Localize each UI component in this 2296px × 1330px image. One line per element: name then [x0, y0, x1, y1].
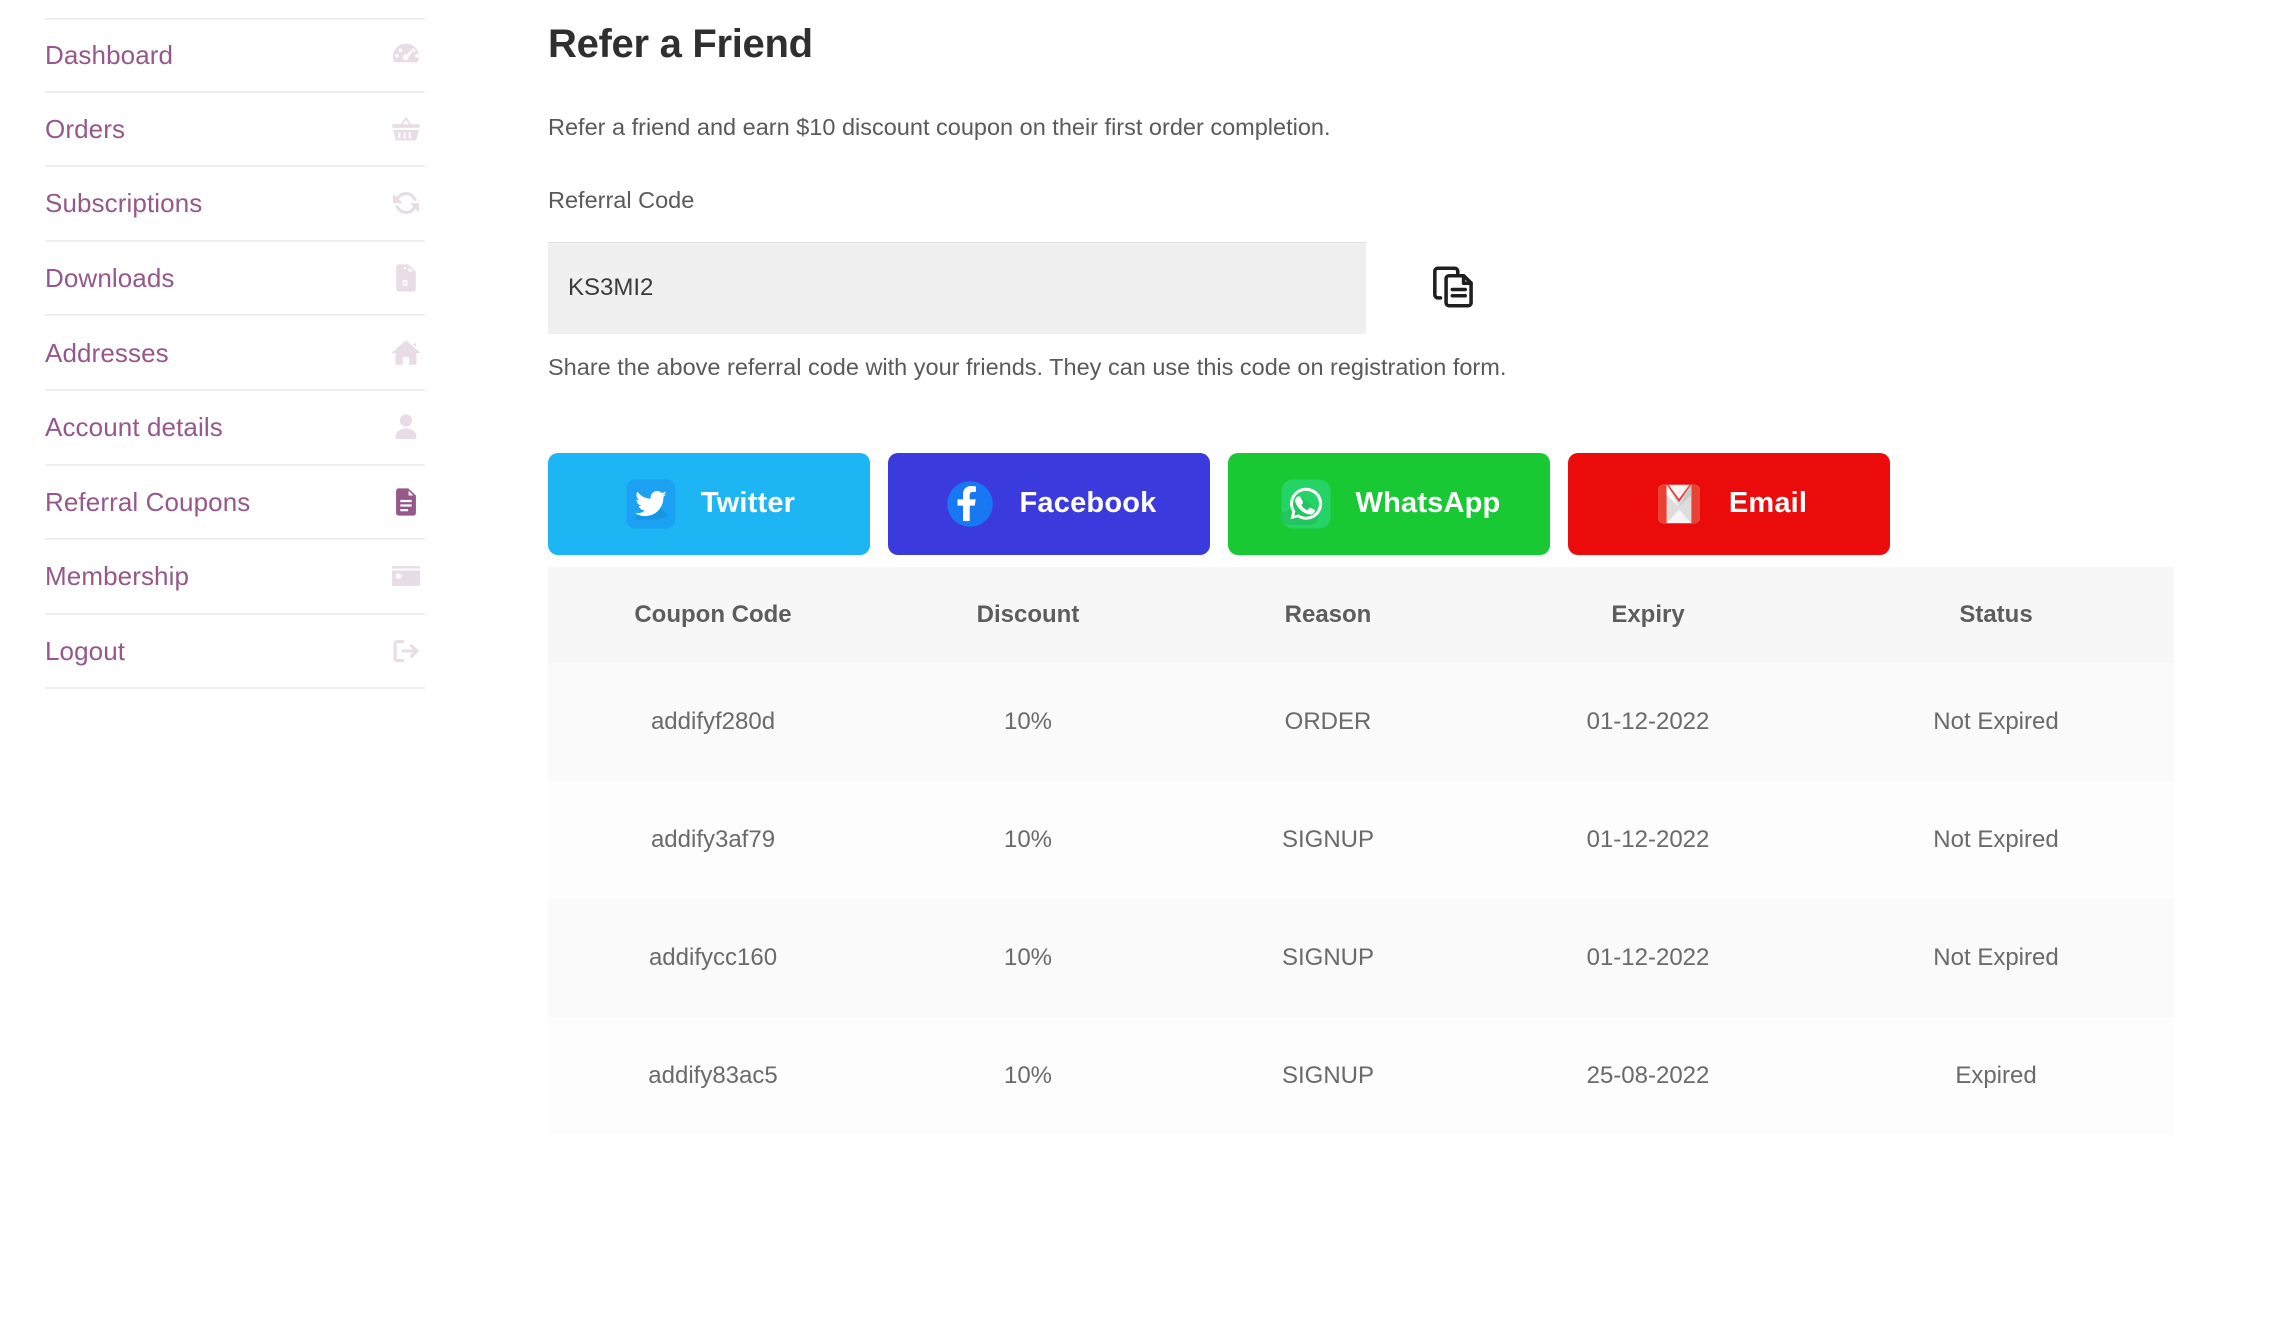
cell-status: Expired — [1955, 1061, 2037, 1089]
file-zip-icon — [389, 261, 423, 295]
cell-code: addify83ac5 — [648, 1061, 778, 1089]
referral-code-input[interactable] — [548, 242, 1366, 335]
sidebar-item-subscriptions[interactable]: Subscriptions — [45, 167, 425, 242]
cell-code: addify3af79 — [650, 825, 776, 853]
share-button-label: WhatsApp — [1355, 487, 1501, 520]
copy-icon — [1429, 262, 1479, 315]
share-button-label: Facebook — [1019, 487, 1157, 520]
sidebar-item-membership[interactable]: Membership — [45, 540, 425, 615]
cell-reason: SIGNUP — [1281, 825, 1374, 853]
referral-code-hint: Share the above referral code with your … — [548, 354, 1507, 381]
cell-reason: SIGNUP — [1281, 943, 1374, 971]
sidebar-item-downloads[interactable]: Downloads — [45, 242, 425, 317]
table-row: addify3af79 10% SIGNUP 01-12-2022 Not Expire… — [548, 780, 2174, 899]
twitter-icon — [623, 476, 679, 532]
sidebar-item-logout[interactable]: Logout — [45, 615, 425, 690]
share-buttons-row: Twitter Facebook WhatsApp Email — [548, 452, 2296, 555]
gmail-icon — [1651, 476, 1707, 532]
referral-code-row — [548, 242, 2296, 335]
sidebar-item-orders[interactable]: Orders — [45, 93, 425, 168]
sidebar-item-label: Referral Coupons — [45, 486, 251, 517]
table-head: Coupon Code Discount Reason Expiry Status — [548, 566, 2174, 663]
id-card-icon — [389, 559, 423, 593]
cell-code: addifyf280d — [650, 707, 776, 735]
share-button-twitter[interactable]: Twitter — [548, 452, 870, 555]
table-header-coupon-code: Coupon Code — [548, 566, 878, 663]
account-page: Dashboard Orders Subscriptions Downloads Add… — [0, 0, 2296, 1330]
cell-expiry: 01-12-2022 — [1586, 707, 1710, 735]
table-body: addifyf280d 10% ORDER 01-12-2022 Not Expired… — [548, 662, 2174, 1135]
sidebar-item-label: Logout — [45, 636, 126, 667]
cell-reason: ORDER — [1284, 707, 1372, 735]
referral-code-label: Referral Code — [548, 186, 695, 213]
basket-icon — [389, 112, 423, 146]
table-row: addifyf280d 10% ORDER 01-12-2022 Not Expired — [548, 662, 2174, 781]
page-title: Refer a Friend — [548, 22, 813, 66]
table-header-status: Status — [1818, 566, 2174, 663]
cell-reason: SIGNUP — [1281, 1061, 1374, 1089]
share-button-whatsapp[interactable]: WhatsApp — [1228, 452, 1550, 555]
gauge-icon — [389, 38, 423, 72]
cell-expiry: 01-12-2022 — [1586, 825, 1710, 853]
table-row: addifycc160 10% SIGNUP 01-12-2022 Not Expire… — [548, 898, 2174, 1017]
sidebar-nav-list: Dashboard Orders Subscriptions Downloads Add… — [45, 18, 425, 690]
cell-status: Not Expired — [1933, 943, 2059, 971]
table-header-row: Coupon Code Discount Reason Expiry Status — [548, 566, 2174, 663]
share-button-email[interactable]: Email — [1568, 452, 1890, 555]
referral-coupons-table: Coupon Code Discount Reason Expiry Status ad… — [548, 566, 2174, 1135]
table-header-expiry: Expiry — [1478, 566, 1818, 663]
cell-expiry: 25-08-2022 — [1586, 1061, 1710, 1089]
sidebar-item-referral-coupons[interactable]: Referral Coupons — [45, 466, 425, 541]
sidebar-item-account-details[interactable]: Account details — [45, 391, 425, 466]
copy-code-button[interactable] — [1426, 260, 1482, 316]
table-row: addify83ac5 10% SIGNUP 25-08-2022 Expired — [548, 1016, 2174, 1135]
share-button-label: Twitter — [700, 487, 796, 520]
cell-code: addifycc160 — [648, 943, 778, 971]
cell-status: Not Expired — [1933, 707, 2059, 735]
home-icon — [389, 336, 423, 370]
sidebar-item-label: Account details — [45, 412, 223, 443]
sidebar-item-dashboard[interactable]: Dashboard — [45, 18, 425, 93]
sidebar-item-label: Dashboard — [45, 40, 174, 71]
sidebar-item-label: Subscriptions — [45, 188, 203, 219]
whatsapp-icon — [1278, 476, 1334, 532]
share-button-label: Email — [1728, 487, 1808, 520]
table-header-discount: Discount — [878, 566, 1178, 663]
sidebar-item-addresses[interactable]: Addresses — [45, 316, 425, 391]
cell-discount: 10% — [1003, 1061, 1053, 1089]
sidebar-item-label: Addresses — [45, 337, 169, 368]
table-header-reason: Reason — [1178, 566, 1478, 663]
cell-discount: 10% — [1003, 825, 1053, 853]
cell-status: Not Expired — [1933, 825, 2059, 853]
account-sidebar: Dashboard Orders Subscriptions Downloads Add… — [0, 0, 548, 1330]
refresh-icon — [389, 186, 423, 220]
main-content: Refer a Friend Refer a friend and earn $… — [548, 0, 2296, 1330]
sidebar-item-label: Orders — [45, 113, 126, 144]
sidebar-item-label: Downloads — [45, 263, 175, 294]
share-button-facebook[interactable]: Facebook — [888, 452, 1210, 555]
cell-discount: 10% — [1003, 943, 1053, 971]
document-icon — [389, 485, 423, 519]
sign-out-icon — [389, 634, 423, 668]
sidebar-item-label: Membership — [45, 561, 190, 592]
facebook-icon — [942, 476, 998, 532]
user-icon — [389, 410, 423, 444]
cell-discount: 10% — [1003, 707, 1053, 735]
cell-expiry: 01-12-2022 — [1586, 943, 1710, 971]
intro-text: Refer a friend and earn $10 discount cou… — [548, 114, 1331, 140]
